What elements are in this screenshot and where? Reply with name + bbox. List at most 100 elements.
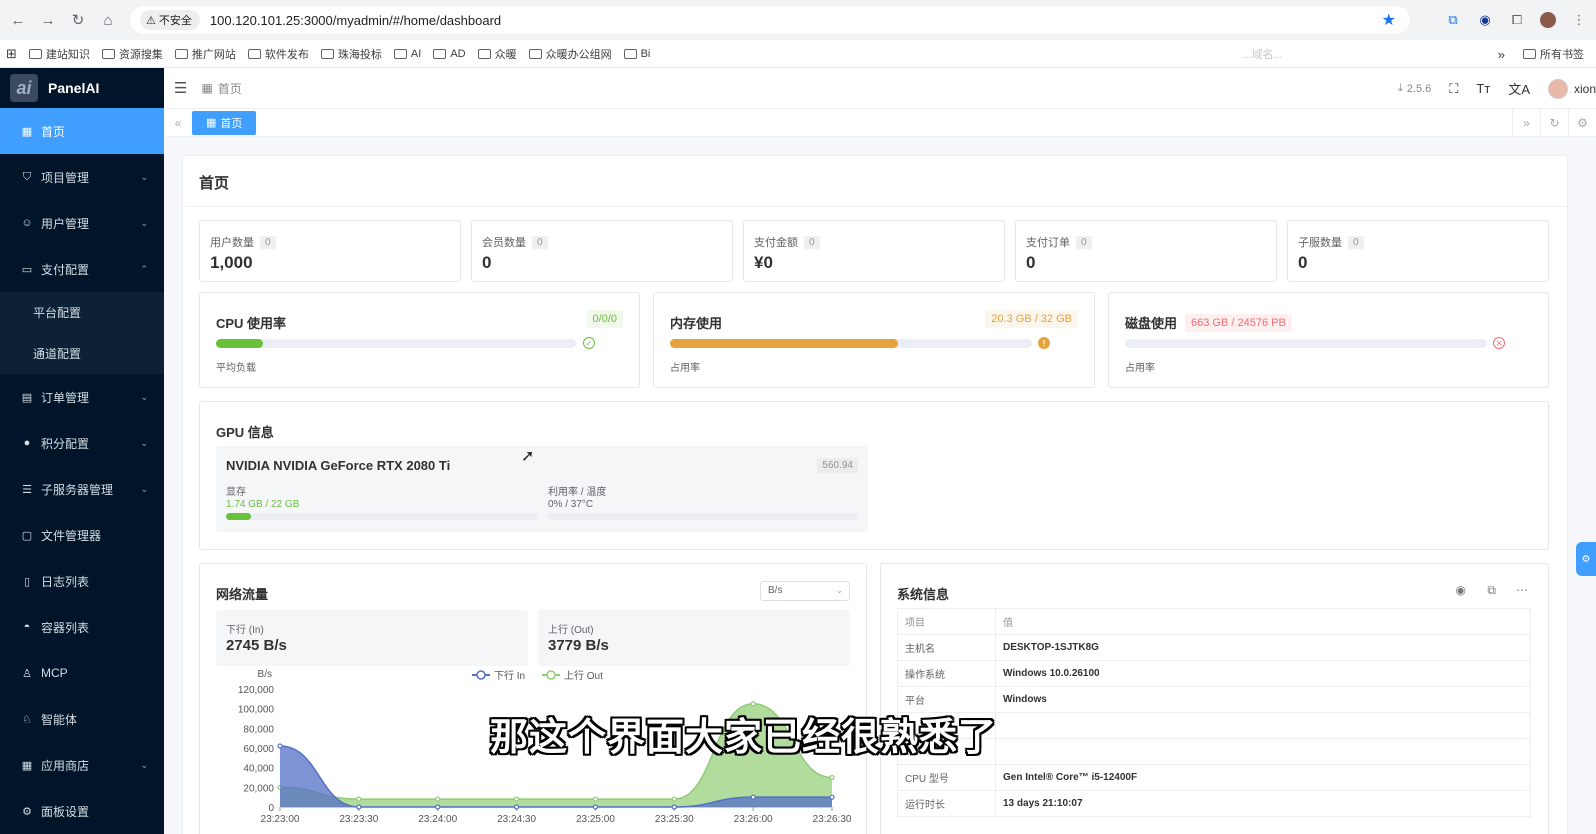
table-cell-value: Gen Intel® Core™ i5-12400F (995, 764, 1531, 791)
y-tick-label: 40,000 (243, 764, 274, 775)
net-up-label: 上行 (Out) (548, 625, 594, 636)
more-bookmarks-icon[interactable]: » (1498, 47, 1505, 62)
language-icon[interactable]: 文A (1508, 79, 1530, 98)
logo[interactable]: ai PanelAI (0, 68, 164, 108)
net-up-value: 3779 B/s (548, 637, 609, 654)
gpu-util-label: 利用率 / 温度 (548, 487, 607, 498)
memory-tag: 20.3 GB / 32 GB (985, 310, 1078, 328)
y-tick-label: 20,000 (243, 783, 274, 794)
bookmark-folder[interactable]: 推广网站 (169, 46, 242, 62)
sidebar-subitem[interactable]: 平台配置 (0, 292, 164, 333)
address-bar[interactable]: ⚠ 不安全 100.120.101.25:3000/myadmin/#/home/… (130, 6, 1410, 34)
refresh-icon[interactable]: ↻ (1540, 109, 1568, 137)
sidebar-item[interactable]: ▦ 应用商店 ⌄ (0, 742, 164, 788)
forward-icon[interactable]: → (33, 5, 63, 35)
bookmark-folder[interactable]: 建站知识 (23, 46, 96, 62)
bookmark-folder[interactable]: AD (427, 48, 471, 60)
more-icon[interactable]: ⋯ (1516, 583, 1528, 597)
bookmark-folder[interactable]: 众暖 (472, 46, 523, 62)
insecure-badge[interactable]: ⚠ 不安全 (140, 10, 200, 30)
sidebar-item[interactable]: ☰ 子服务器管理 ⌄ (0, 466, 164, 512)
copy-icon[interactable]: ⧉ (1487, 583, 1496, 598)
legend-label: 下行 In (494, 669, 525, 682)
home-icon[interactable]: ⌂ (93, 5, 123, 35)
extensions-puzzle-icon[interactable]: ⧠ (1508, 11, 1526, 29)
sidebar-item[interactable]: ⚙ 面板设置 (0, 788, 164, 834)
folder-icon (433, 48, 447, 59)
tabs-bar: « ▦ 首页 » ↻ ⚙ (164, 109, 1596, 137)
sidebar-item[interactable]: ▭ 支付配置 ⌃ (0, 246, 164, 292)
sidebar-item[interactable]: ▤ 订单管理 ⌄ (0, 374, 164, 420)
container-icon: ◓ (23, 621, 31, 633)
stat-card-users: 用户数量 0 1,000 (199, 220, 461, 282)
fullscreen-icon[interactable]: ⛶ (1449, 81, 1458, 97)
stat-badge: 0 (1348, 235, 1364, 249)
bookmark-folder[interactable]: 软件发布 (242, 46, 315, 62)
stat-card-members: 会员数量 0 0 (471, 220, 733, 282)
unit-select[interactable]: B/s ⌄ (760, 581, 850, 601)
bookmark-folder[interactable]: AI (388, 48, 427, 60)
tab-home[interactable]: ▦ 首页 (192, 110, 257, 135)
sidebar-item[interactable]: ♙ MCP (0, 650, 164, 696)
warning-icon: ⚠ (146, 14, 156, 27)
memory-title: 内存使用 (670, 316, 723, 331)
download-icon: ⤓ (1397, 82, 1403, 94)
bookmark-star-icon[interactable]: ★ (1382, 10, 1396, 30)
x-tick-label: 23:25:00 (576, 814, 615, 825)
video-subtitle: 那这个界面大家已经很熟悉了 (490, 717, 998, 759)
sidebar-item-label: 项目管理 (41, 170, 90, 185)
bookmark-folder[interactable]: Bi (618, 48, 657, 60)
order-icon: ▤ (21, 391, 33, 404)
all-bookmarks[interactable]: 所有书签 (1517, 46, 1590, 62)
gpu-card: GPU 信息 NVIDIA NVIDIA GeForce RTX 2080 Ti… (199, 401, 1549, 550)
data-point (435, 804, 441, 810)
cpu-load-tag: 0/0/0 (586, 310, 623, 328)
user-menu[interactable]: xion (1547, 78, 1596, 99)
translate-icon[interactable]: ⧉ (1444, 11, 1462, 29)
bookmark-folder[interactable]: 珠海投标 (315, 46, 388, 62)
bookmark-folder[interactable]: 众暖办公组网 (523, 46, 618, 62)
tab-settings-icon[interactable]: ⚙ (1568, 109, 1596, 137)
version-download[interactable]: ⤓ 2.5.6 (1398, 82, 1431, 95)
sidebar-subitem[interactable]: 通道配置 (0, 333, 164, 374)
profile-avatar[interactable] (1540, 12, 1556, 28)
page-title: 首页 (199, 175, 230, 192)
collapse-menu-icon[interactable]: ☰ (174, 79, 187, 97)
sidebar-item[interactable]: ● 积分配置 ⌄ (0, 420, 164, 466)
tabs-scroll-right-icon[interactable]: » (1512, 109, 1540, 137)
chevron-down-icon: ⌄ (140, 217, 148, 228)
bookmark-folder[interactable]: 资源搜集 (96, 46, 169, 62)
network-title: 网络流量 (216, 587, 269, 602)
stat-card-payment-orders: 支付订单 0 0 (1015, 220, 1277, 282)
reload-icon[interactable]: ↻ (63, 5, 93, 35)
settings-drawer-button[interactable]: ⚙ (1576, 542, 1596, 576)
legend-swatch-marker (546, 670, 556, 680)
url-text[interactable]: 100.120.101.25:3000/myadmin/#/home/dashb… (210, 13, 501, 28)
eye-icon[interactable]: ◉ (1456, 583, 1466, 597)
bookmark-folder-faded[interactable]: ...域名... (1236, 46, 1288, 62)
extension-circle-icon[interactable]: ◉ (1476, 11, 1494, 29)
data-point (750, 794, 756, 800)
apps-grid-icon[interactable]: ⊞ (0, 46, 23, 62)
sidebar-item[interactable]: ☺ 用户管理 ⌄ (0, 200, 164, 246)
data-point (356, 804, 362, 810)
sidebar-item[interactable]: ▢ 文件管理器 (0, 512, 164, 558)
sidebar-item[interactable]: ◓ 容器列表 (0, 604, 164, 650)
more-menu-icon[interactable]: ⋮ (1570, 11, 1588, 29)
net-down-value: 2745 B/s (226, 637, 287, 654)
sidebar-item[interactable]: ⛉ 项目管理 ⌄ (0, 154, 164, 200)
font-size-icon[interactable]: Tт (1476, 81, 1490, 96)
sidebar-item[interactable]: ▯ 日志列表 (0, 558, 164, 604)
net-down-box: 下行 (In) 2745 B/s (216, 610, 528, 666)
sidebar-item[interactable]: ▦ 首页 (0, 108, 164, 154)
folder-icon (28, 48, 42, 59)
disk-sub-label: 占用率 (1125, 363, 1155, 374)
table-cell-value (995, 712, 1531, 739)
sidebar-item-label: 面板设置 (41, 804, 90, 819)
back-icon[interactable]: ← (3, 5, 33, 35)
x-tick-label: 23:24:00 (418, 814, 457, 825)
disk-tag: 663 GB / 24576 PB (1185, 313, 1292, 332)
tabs-scroll-left-icon[interactable]: « (164, 116, 192, 130)
warning-circle-icon: ! (1038, 337, 1050, 349)
sidebar-item[interactable]: ♘ 智能体 (0, 696, 164, 742)
